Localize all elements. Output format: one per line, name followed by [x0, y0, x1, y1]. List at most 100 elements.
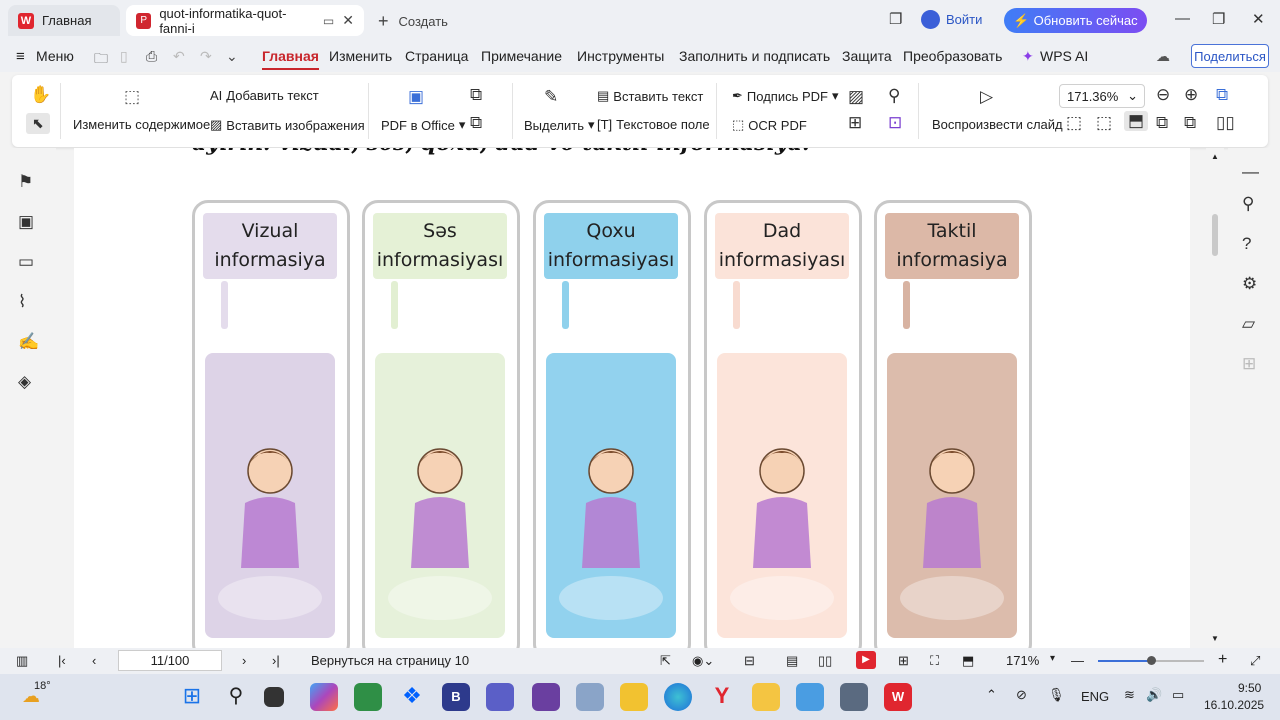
- attachment-icon[interactable]: ⌇: [18, 292, 26, 312]
- zoom-slider-handle[interactable]: [1147, 656, 1156, 665]
- redo-icon[interactable]: ↷: [200, 48, 212, 65]
- rotate-right-icon[interactable]: ⧉: [1184, 113, 1196, 133]
- chevron-up-icon[interactable]: ⌃: [986, 687, 997, 703]
- scan-icon[interactable]: ⊡: [888, 113, 902, 133]
- scrollbar-thumb[interactable]: [1212, 214, 1218, 256]
- chevron-down-icon[interactable]: ⌄: [226, 48, 238, 65]
- search-icon[interactable]: ⚲: [1242, 194, 1254, 214]
- help-icon[interactable]: ?: [1242, 234, 1251, 254]
- zoom-level[interactable]: 171%: [1006, 653, 1039, 668]
- expand-icon[interactable]: ⤢: [1250, 653, 1260, 669]
- fullscreen-icon[interactable]: ⛶: [930, 653, 939, 669]
- menu-item-comment[interactable]: Примечание: [481, 48, 562, 64]
- zoom-select[interactable]: 171.36% ⌄: [1059, 84, 1145, 108]
- scrollbar[interactable]: ▲ ▼: [1206, 148, 1224, 648]
- app-b-icon[interactable]: B: [442, 683, 470, 711]
- save-icon[interactable]: ▯: [120, 48, 128, 65]
- crop-page-icon[interactable]: ⧉: [470, 85, 482, 105]
- minimize-icon[interactable]: —: [1175, 10, 1190, 27]
- menu-item-fill-sign[interactable]: Заполнить и подписать: [679, 48, 830, 64]
- search-icon[interactable]: ⚲: [888, 86, 900, 106]
- edit-content-button[interactable]: Изменить содержимое: [73, 117, 210, 132]
- new-tab-button[interactable]: + Создать: [378, 11, 448, 32]
- fit-page-icon[interactable]: ⬚: [1096, 113, 1112, 133]
- pdf-to-office-button[interactable]: PDF в Office ▾: [381, 117, 465, 133]
- hand-tool-icon[interactable]: ✋: [30, 85, 51, 105]
- zoom-in-icon[interactable]: +: [1218, 651, 1227, 669]
- notepad-icon[interactable]: [796, 683, 824, 711]
- grid-icon[interactable]: ⊞: [1242, 354, 1256, 374]
- bookmark-icon[interactable]: ⚑: [18, 172, 33, 192]
- rotate-left-icon[interactable]: ⧉: [1156, 113, 1168, 133]
- thumbnail-icon[interactable]: ▣: [18, 212, 34, 232]
- last-page-icon[interactable]: ›|: [272, 653, 280, 668]
- teams-icon[interactable]: [486, 683, 514, 711]
- menu-item-protect[interactable]: Защита: [842, 48, 892, 64]
- prev-page-icon[interactable]: ‹: [92, 653, 96, 668]
- settings-icon[interactable]: ⚙: [1242, 274, 1257, 294]
- monitor-icon[interactable]: ▭: [323, 14, 334, 28]
- wifi-icon[interactable]: ≋: [1124, 687, 1135, 703]
- clock-time[interactable]: 9:50: [1238, 681, 1261, 695]
- security-icon[interactable]: ⊘: [1016, 687, 1027, 703]
- cloud-icon[interactable]: ☁: [1156, 48, 1170, 65]
- single-page-view-icon[interactable]: ▤: [786, 653, 798, 669]
- maximize-icon[interactable]: ❐: [1212, 10, 1225, 28]
- store-icon[interactable]: [354, 683, 382, 711]
- sign-pdf-button[interactable]: ✒ Подпись PDF ▾: [732, 88, 839, 104]
- copy-page-icon[interactable]: ⧉: [470, 113, 482, 133]
- menu-item-home[interactable]: Главная: [262, 48, 319, 70]
- tab-home[interactable]: W Главная: [8, 5, 120, 36]
- scroll-down-icon[interactable]: ▼: [1211, 634, 1219, 643]
- wps-icon[interactable]: W: [884, 683, 912, 711]
- zoom-in-icon[interactable]: ⊕: [1184, 85, 1198, 105]
- start-icon[interactable]: ⊞: [178, 683, 206, 711]
- play-icon[interactable]: ▶: [856, 651, 876, 669]
- select-tool-icon[interactable]: ⬉: [26, 113, 50, 134]
- fit-icon[interactable]: ⊟: [744, 653, 755, 669]
- share-button[interactable]: Поделиться: [1191, 44, 1269, 68]
- page-input[interactable]: 11/100: [118, 650, 222, 671]
- signature-icon[interactable]: ✍: [18, 332, 39, 352]
- undo-icon[interactable]: ↶: [173, 48, 185, 65]
- open-folder-icon[interactable]: 🗀: [94, 48, 108, 72]
- copilot-icon[interactable]: [310, 683, 338, 711]
- hamburger-icon[interactable]: ≡: [16, 48, 25, 65]
- fit-width-icon[interactable]: ⬚: [1066, 113, 1082, 133]
- continuous-icon[interactable]: ⬒: [962, 653, 974, 669]
- menu-item-wps-ai[interactable]: WPS AI: [1040, 48, 1088, 64]
- collapse-icon[interactable]: —: [1242, 162, 1259, 182]
- volume-icon[interactable]: 🔊: [1146, 687, 1162, 703]
- dropbox-icon[interactable]: ❖: [398, 683, 426, 711]
- comment-icon[interactable]: ▭: [18, 252, 34, 272]
- battery-icon[interactable]: ▭: [1172, 687, 1184, 703]
- book-view-icon[interactable]: ▯▯: [1216, 113, 1235, 133]
- next-page-icon[interactable]: ›: [242, 653, 246, 668]
- edge-icon[interactable]: [664, 683, 692, 711]
- text-field-button[interactable]: [T] Текстовое поле: [597, 117, 710, 132]
- insert-text-button[interactable]: ▤ Вставить текст: [597, 88, 703, 104]
- zoom-out-icon[interactable]: ⊖: [1156, 85, 1170, 105]
- print-icon[interactable]: ⎙: [146, 48, 157, 65]
- image-recognition-icon[interactable]: ▨: [848, 87, 864, 107]
- media-app-icon[interactable]: [532, 683, 560, 711]
- search-icon[interactable]: ⚲: [222, 683, 250, 711]
- update-button[interactable]: ⚡ Обновить сейчас: [1004, 8, 1147, 33]
- language-indicator[interactable]: ENG: [1081, 689, 1109, 704]
- menu-item-page[interactable]: Страница: [405, 48, 468, 64]
- menu-item-edit[interactable]: Изменить: [329, 48, 392, 64]
- explorer-icon[interactable]: [752, 683, 780, 711]
- select-button[interactable]: Выделить ▾: [524, 117, 595, 133]
- tab-document[interactable]: P quot-informatika-quot-fanni-i ▭ ✕: [126, 5, 364, 36]
- files-app-icon[interactable]: [576, 683, 604, 711]
- fit-width-icon[interactable]: ⊞: [898, 653, 909, 669]
- translate-icon[interactable]: ⊞: [848, 113, 862, 133]
- two-page-view-icon[interactable]: ▯▯: [818, 653, 832, 669]
- back-to-page-link[interactable]: Вернуться на страницу 10: [311, 653, 469, 668]
- read-icon[interactable]: ▱: [1242, 314, 1255, 334]
- single-page-icon[interactable]: ⬒: [1124, 111, 1149, 131]
- ocr-pdf-button[interactable]: ⬚ OCR PDF: [732, 117, 807, 133]
- login-button[interactable]: Войти: [921, 10, 982, 29]
- menu-button[interactable]: Меню: [36, 48, 74, 64]
- rotate-icon[interactable]: ⧉: [1216, 85, 1228, 105]
